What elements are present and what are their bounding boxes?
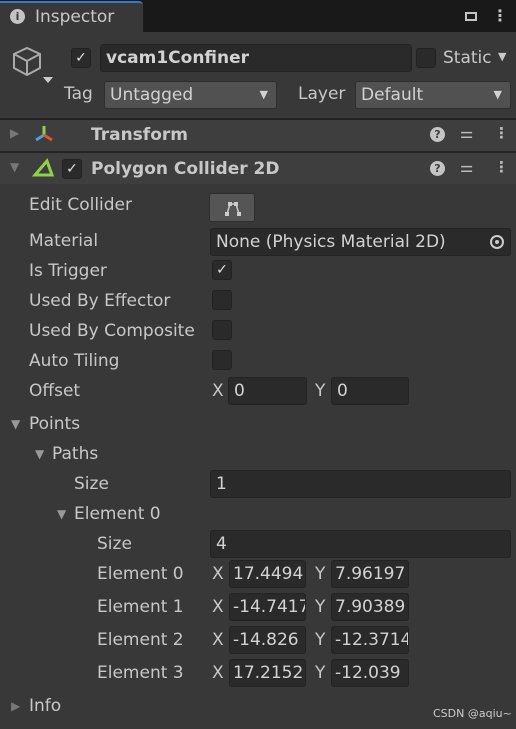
point-y-label: Y — [315, 564, 326, 584]
auto-tiling-checkbox[interactable] — [212, 350, 232, 370]
point-y-field[interactable]: 7.96197 — [331, 560, 409, 588]
points-label[interactable]: Points — [29, 413, 80, 435]
point-element-label: Element 2 — [97, 630, 184, 650]
chevron-down-icon: ▼ — [493, 88, 502, 101]
point-element-label: Element 0 — [97, 564, 184, 584]
element0-foldout-arrow-icon[interactable]: ▼ — [57, 507, 66, 521]
edit-collider-button[interactable] — [209, 193, 255, 222]
layer-dropdown[interactable]: Default ▼ — [355, 81, 511, 109]
transform-header[interactable]: ▶ Transform ? ⚌ ⋮ — [0, 120, 516, 151]
polygon-collider-header[interactable]: ▼ ✓ Polygon Collider 2D ? ⚌ ⋮ — [0, 153, 516, 184]
offset-x-label: X — [212, 381, 224, 401]
watermark: CSDN @aqiu~ — [433, 707, 512, 720]
material-label: Material — [29, 231, 99, 251]
auto-tiling-label: Auto Tiling — [29, 351, 120, 371]
transform-icon — [35, 126, 53, 142]
tab-inspector[interactable]: i Inspector — [0, 1, 143, 32]
path-element0-label[interactable]: Element 0 — [74, 503, 161, 525]
static-label: Static — [443, 48, 492, 68]
enabled-checkbox[interactable]: ✓ — [62, 159, 82, 179]
point-y-field[interactable]: 7.90389 — [331, 593, 409, 621]
help-icon[interactable]: ? — [430, 161, 445, 176]
offset-x-field[interactable]: 0 — [228, 377, 307, 405]
chevron-down-icon: ▼ — [259, 88, 268, 101]
point-x-field[interactable]: 17.2152 — [229, 659, 306, 687]
layer-label: Layer — [298, 84, 346, 104]
info-label[interactable]: Info — [29, 695, 61, 717]
point-x-label: X — [212, 597, 224, 617]
point-x-label: X — [212, 663, 224, 683]
element0-size-label: Size — [97, 534, 132, 554]
tag-value: Untagged — [110, 85, 194, 105]
element0-size-field[interactable]: 4 — [210, 530, 511, 558]
object-picker-icon[interactable] — [490, 235, 504, 249]
point-x-field[interactable]: -14.7417 — [229, 593, 306, 621]
points-foldout-arrow-icon[interactable]: ▼ — [11, 417, 20, 431]
point-y-label: Y — [315, 630, 326, 650]
point-y-label: Y — [315, 663, 326, 683]
info-foldout-arrow-icon[interactable]: ▶ — [11, 699, 20, 713]
material-value: None (Physics Material 2D) — [216, 232, 446, 252]
collapse-arrow-icon[interactable]: ▼ — [10, 160, 19, 174]
paths-size-field[interactable]: 1 — [210, 470, 511, 498]
used-by-composite-checkbox[interactable] — [212, 320, 232, 340]
point-element-label: Element 1 — [97, 597, 184, 617]
offset-label: Offset — [29, 381, 81, 401]
used-by-effector-checkbox[interactable] — [212, 290, 232, 310]
edit-collider-label: Edit Collider — [29, 195, 133, 215]
point-y-field[interactable]: -12.3714 — [331, 626, 409, 654]
used-by-composite-label: Used By Composite — [29, 321, 195, 341]
gameobject-cube-icon[interactable] — [10, 44, 54, 88]
polygon-collider-title: Polygon Collider 2D — [91, 159, 280, 179]
active-checkbox[interactable]: ✓ — [71, 48, 91, 68]
is-trigger-checkbox[interactable]: ✓ — [212, 260, 232, 280]
info-icon: i — [10, 9, 25, 24]
transform-title: Transform — [91, 125, 188, 145]
kebab-icon[interactable]: ⋮ — [494, 158, 509, 176]
point-element-label: Element 3 — [97, 663, 184, 683]
tab-title: Inspector — [35, 7, 115, 27]
paths-size-label: Size — [74, 474, 109, 494]
polygon-collider-icon — [32, 158, 55, 177]
point-y-field[interactable]: -12.039 — [331, 659, 409, 687]
is-trigger-label: Is Trigger — [29, 261, 107, 281]
offset-y-label: Y — [315, 381, 326, 401]
static-checkbox[interactable] — [416, 48, 436, 68]
lock-icon[interactable] — [465, 12, 477, 21]
presets-icon[interactable]: ⚌ — [460, 124, 473, 142]
kebab-icon[interactable]: ⋮ — [494, 124, 509, 142]
used-by-effector-label: Used By Effector — [29, 291, 171, 311]
object-name-field[interactable]: vcam1Confiner — [100, 44, 412, 72]
material-field[interactable]: None (Physics Material 2D) — [210, 228, 511, 256]
point-x-label: X — [212, 630, 224, 650]
tag-dropdown[interactable]: Untagged ▼ — [104, 81, 277, 109]
point-x-label: X — [212, 564, 224, 584]
point-y-label: Y — [315, 597, 326, 617]
layer-value: Default — [361, 85, 424, 105]
presets-icon[interactable]: ⚌ — [460, 158, 473, 176]
kebab-icon[interactable]: ⋮ — [492, 6, 508, 25]
edit-polygon-icon — [225, 202, 241, 216]
point-x-field[interactable]: -14.826 — [229, 626, 306, 654]
paths-foldout-arrow-icon[interactable]: ▼ — [35, 447, 44, 461]
point-x-field[interactable]: 17.4494 — [229, 560, 306, 588]
tag-label: Tag — [64, 84, 93, 104]
paths-label[interactable]: Paths — [52, 443, 98, 465]
help-icon[interactable]: ? — [430, 127, 445, 142]
static-dropdown-arrow-icon[interactable]: ▼ — [498, 50, 506, 63]
offset-y-field[interactable]: 0 — [331, 377, 409, 405]
expand-arrow-icon[interactable]: ▶ — [10, 126, 19, 140]
